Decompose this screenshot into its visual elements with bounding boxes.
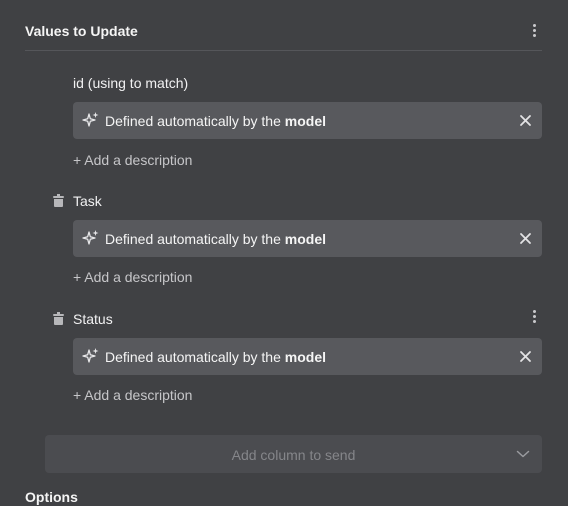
close-icon[interactable] [519,232,532,245]
field-more-options-icon[interactable] [528,309,540,325]
field-value-status[interactable]: Defined automatically by the model [73,338,542,375]
field-value-id[interactable]: Defined automatically by the model [73,102,542,139]
close-icon[interactable] [519,114,532,127]
field-value-text: Defined automatically by the model [105,349,326,365]
add-column-select[interactable]: Add column to send [45,435,542,473]
sparkle-icon [82,230,99,245]
field-value-text: Defined automatically by the model [105,231,326,247]
sparkle-icon [82,348,99,363]
field-label-id: id (using to match) [73,75,189,91]
field-label-task: Task [73,193,102,209]
field-value-task[interactable]: Defined automatically by the model [73,220,542,257]
sparkle-icon [82,112,99,127]
values-to-update-header: Values to Update [25,22,542,51]
trash-icon[interactable] [53,312,64,325]
chevron-down-icon [516,450,530,458]
section-more-options-icon[interactable] [528,23,540,39]
add-description-link[interactable]: + Add a description [73,151,192,169]
close-icon[interactable] [519,350,532,363]
trash-icon[interactable] [53,194,64,207]
options-title: Options [25,489,78,505]
field-label-status: Status [73,311,113,327]
add-description-link[interactable]: + Add a description [73,268,192,286]
add-description-link[interactable]: + Add a description [73,386,192,404]
add-column-placeholder: Add column to send [231,447,356,463]
field-value-text: Defined automatically by the model [105,113,326,129]
section-title: Values to Update [25,23,138,39]
